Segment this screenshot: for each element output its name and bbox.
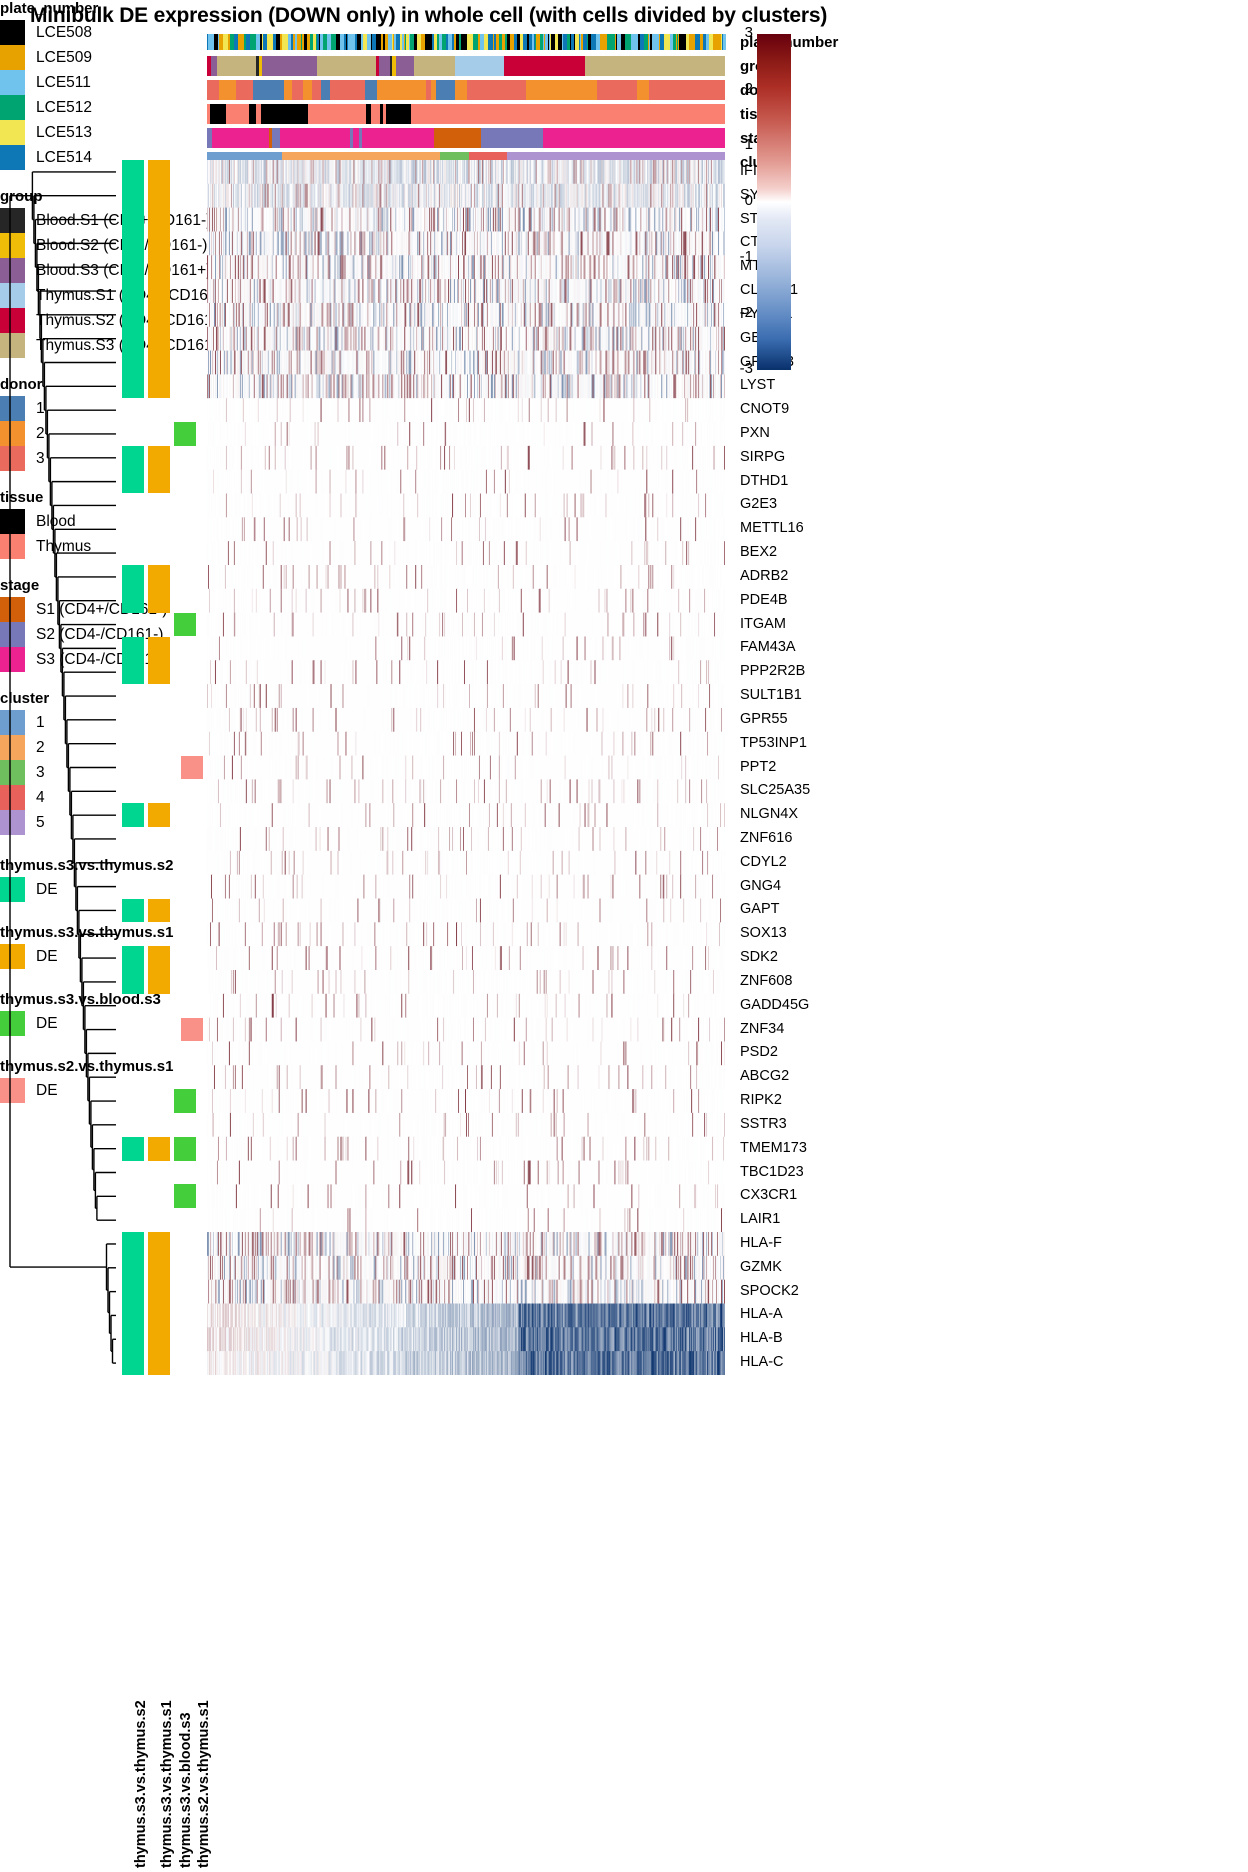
gene-label: PSD2 (740, 1044, 778, 1061)
gene-label: ADRB2 (740, 567, 789, 584)
gene-label: DTHD1 (740, 472, 789, 489)
gene-label: SULT1B1 (740, 687, 802, 703)
gene-label: PPP2R2B (740, 663, 806, 680)
gene-label: GNG4 (740, 877, 782, 894)
de-column-thymus-s2-vs-thymus-s1 (181, 160, 203, 1375)
gene-label: GAPT (740, 901, 780, 918)
gene-label: ZNF34 (740, 1020, 785, 1037)
gene-label: SOX13 (740, 925, 787, 942)
gene-label: SLC25A35 (740, 782, 811, 799)
de-column-thymus-s3-vs-thymus-s1 (148, 160, 170, 1375)
de-axis-label: thymus.s3.vs.thymus.s2 (133, 1700, 149, 1868)
expression-heatmap (207, 160, 725, 1375)
de-marker (148, 1136, 170, 1161)
gene-label: ITGAM (740, 615, 786, 632)
de-axis-label: thymus.s3.vs.blood.s3 (178, 1712, 194, 1868)
gene-label: HLA-A (740, 1306, 783, 1323)
gene-label: TMEM173 (740, 1139, 807, 1156)
gene-label: CDYL2 (740, 853, 787, 870)
de-marker (148, 565, 170, 613)
gene-label: HLA-C (740, 1354, 784, 1371)
legend-swatch (0, 120, 25, 145)
legend-swatch (0, 70, 25, 95)
colorbar-tick: 1 (744, 136, 753, 153)
row-dendrogram (9, 171, 116, 1364)
de-marker (122, 898, 144, 923)
de-marker (181, 1017, 203, 1042)
de-column-thymus-s3-vs-thymus-s2 (122, 160, 144, 1375)
gene-label: GADD45G (740, 996, 810, 1013)
de-marker (122, 445, 144, 494)
gene-label: PXN (740, 425, 770, 441)
legend-swatch (0, 95, 25, 120)
gene-label: GPR55 (740, 710, 788, 727)
gene-label: SPOCK2 (740, 1282, 799, 1299)
gene-label: TBC1D23 (740, 1163, 804, 1180)
de-marker (148, 803, 170, 827)
column-annotation-stage (207, 128, 726, 148)
column-annotation-tissue (207, 104, 726, 124)
colorbar-tick: 0 (744, 192, 753, 209)
gene-label: ZNF608 (740, 972, 793, 989)
de-marker (181, 755, 203, 780)
de-marker (122, 803, 144, 827)
gene-label: SSTR3 (740, 1115, 787, 1132)
gene-label: LYST (740, 377, 776, 394)
gene-label: SDK2 (740, 949, 778, 966)
gene-label: CX3CR1 (740, 1187, 798, 1204)
de-marker (122, 160, 144, 399)
gene-label: SIRPG (740, 448, 786, 465)
de-marker (148, 445, 170, 494)
gene-label: NLGN4X (740, 806, 799, 823)
column-annotation-group (207, 56, 725, 76)
colorbar-tick: -3 (739, 360, 753, 377)
legend-label: LCE513 (36, 123, 93, 141)
column-annotation-donor (207, 80, 726, 100)
gene-label: PDE4B (740, 591, 788, 608)
gene-label: TP53INP1 (740, 734, 807, 751)
expression-colorbar (757, 34, 791, 370)
de-marker (122, 1232, 144, 1375)
de-marker (148, 1232, 170, 1375)
gene-label: FAM43A (740, 639, 796, 656)
colorbar-tick: -1 (739, 248, 753, 265)
legend-label: LCE509 (36, 48, 93, 66)
gene-label: RIPK2 (740, 1092, 782, 1108)
de-axis-label: thymus.s2.vs.thymus.s1 (196, 1700, 212, 1868)
column-annotation-plate-number (207, 34, 726, 50)
gene-label: HLA-F (740, 1235, 782, 1251)
de-marker (148, 946, 170, 994)
colorbar-tick: 2 (744, 80, 753, 97)
de-marker (122, 1136, 144, 1161)
legend-swatch (0, 20, 25, 45)
gene-label: CNOT9 (740, 401, 790, 418)
de-marker (122, 946, 144, 994)
gene-label: LAIR1 (740, 1211, 781, 1228)
page-title: Minibulk DE expression (DOWN only) in wh… (30, 4, 828, 27)
gene-label: GZMK (740, 1258, 782, 1275)
de-axis-label: thymus.s3.vs.thymus.s1 (159, 1700, 175, 1868)
legend-label: LCE512 (36, 98, 93, 116)
de-marker (122, 565, 144, 613)
de-marker (122, 636, 144, 685)
gene-label: PPT2 (740, 758, 777, 775)
de-marker (148, 160, 170, 399)
de-marker (148, 898, 170, 923)
legend-swatch (0, 45, 25, 70)
colorbar-tick: -2 (739, 304, 753, 321)
gene-label: BEX2 (740, 544, 778, 561)
gene-label: HLA-B (740, 1330, 783, 1347)
gene-label: G2E3 (740, 496, 778, 513)
gene-label: ZNF616 (740, 830, 793, 846)
gene-label: ABCG2 (740, 1068, 790, 1085)
colorbar-tick: 3 (744, 24, 753, 41)
de-marker (148, 636, 170, 685)
gene-label: METTL16 (740, 520, 804, 537)
legend-label: LCE511 (36, 73, 91, 91)
